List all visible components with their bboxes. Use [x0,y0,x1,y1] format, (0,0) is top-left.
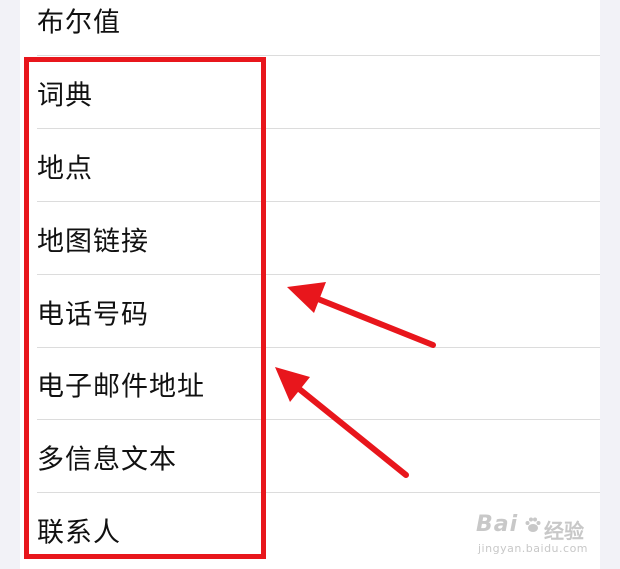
baidu-jingyan-watermark: Bai 经验 jingyan.baidu.com [476,512,606,562]
paw-icon [525,517,541,532]
watermark-logo: Bai [476,512,519,537]
arrow-lower [275,367,409,478]
watermark-name: 经验 [544,519,584,543]
arrow-upper [287,282,436,348]
watermark-url: jingyan.baidu.com [478,542,589,555]
annotation-arrows [275,282,436,478]
